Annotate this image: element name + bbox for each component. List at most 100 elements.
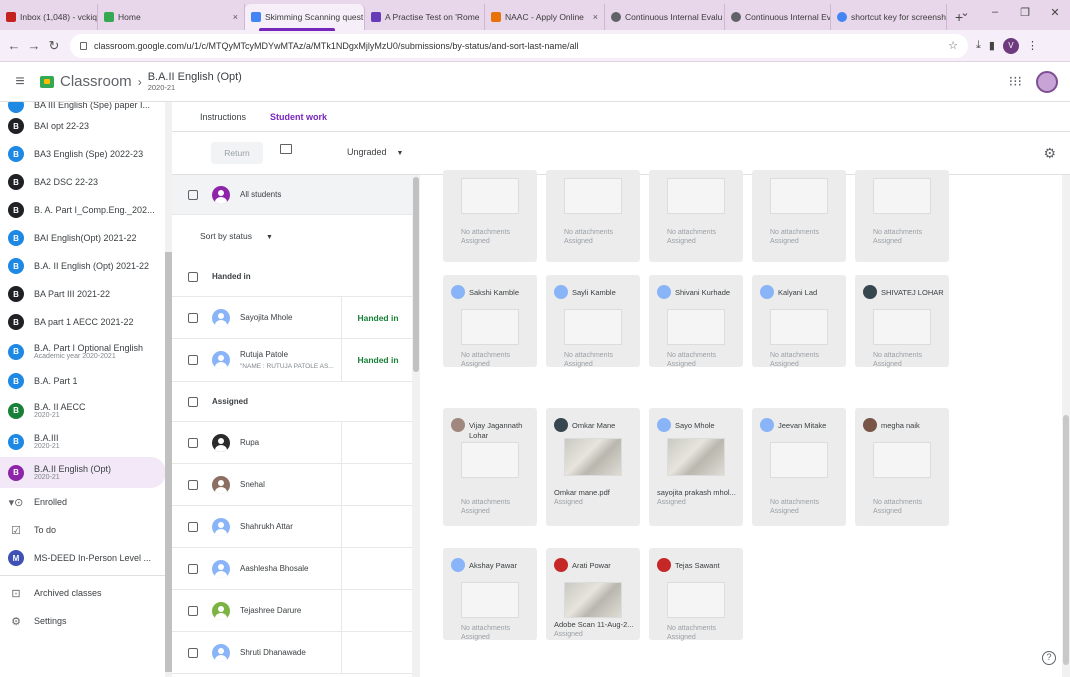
- restore-icon[interactable]: ❐: [1010, 6, 1040, 19]
- browser-tab-naac[interactable]: NAAC - Apply Online ×: [485, 4, 605, 30]
- attachment-thumbnail[interactable]: [667, 438, 725, 476]
- sidebar-item-class[interactable]: B BA part 1 AECC 2021-22: [0, 308, 172, 336]
- bookmark-star-icon[interactable]: ☆: [948, 39, 958, 52]
- student-row[interactable]: Rupa: [172, 422, 414, 464]
- submission-card[interactable]: Jeevan Mitake No attachments Assigned: [752, 408, 846, 526]
- sidebar-item-class[interactable]: B BA Part III 2021-22: [0, 280, 172, 308]
- back-icon[interactable]: ←: [4, 38, 24, 53]
- breadcrumb[interactable]: B.A.II English (Opt) 2020-21: [148, 71, 242, 92]
- student-row[interactable]: Shruti Dhanawade: [172, 632, 414, 674]
- checkbox[interactable]: [188, 647, 198, 658]
- browser-tab-practise[interactable]: A Practise Test on 'Rome×: [365, 4, 485, 30]
- url-field[interactable]: classroom.google.com/u/1/c/MTQyMTcyMDYwM…: [70, 33, 968, 58]
- checkbox[interactable]: [188, 605, 198, 616]
- submission-card[interactable]: Omkar Mane Omkar mane.pdf Assigned: [546, 408, 640, 526]
- profile-avatar[interactable]: V: [1002, 37, 1019, 54]
- attachment-thumbnail[interactable]: [564, 582, 622, 618]
- hamburger-menu-icon[interactable]: ≡: [0, 73, 40, 91]
- browser-tab-gmail[interactable]: Inbox (1,048) - vckiqac@×: [0, 4, 98, 30]
- list-scrollbar[interactable]: [412, 175, 420, 677]
- sidebar-item-class[interactable]: B B. A. Part I_Comp.Eng._202...: [0, 196, 172, 224]
- sidebar-todo[interactable]: ☑ To do: [0, 516, 172, 544]
- checkbox[interactable]: [188, 189, 198, 200]
- help-icon[interactable]: ?: [1042, 651, 1056, 665]
- browser-tab-shortcut[interactable]: shortcut key for screensh×: [831, 4, 947, 30]
- sidebar-item-class[interactable]: B BA2 DSC 22-23: [0, 168, 172, 196]
- scrollbar-thumb[interactable]: [165, 252, 172, 672]
- attachment-thumbnail[interactable]: [564, 438, 622, 476]
- tab-student-work[interactable]: Student work: [270, 112, 327, 122]
- close-window-icon[interactable]: ✕: [1040, 6, 1070, 19]
- checkbox[interactable]: [188, 479, 198, 490]
- submission-card[interactable]: No attachments Assigned: [443, 170, 537, 262]
- student-row[interactable]: Aashlesha Bhosale: [172, 548, 414, 590]
- minimize-icon[interactable]: –: [980, 6, 1010, 18]
- submission-card[interactable]: No attachments Assigned: [546, 170, 640, 262]
- close-icon[interactable]: ×: [227, 12, 238, 22]
- browser-tab-cie-2[interactable]: Continuous Internal Evalu×: [725, 4, 831, 30]
- sidebar-item-msdeed[interactable]: M MS-DEED In-Person Level ...: [0, 544, 172, 572]
- sidepanel-icon[interactable]: ▮: [989, 39, 995, 52]
- menu-kebab-icon[interactable]: ⋮: [1027, 39, 1038, 52]
- return-button[interactable]: Return: [211, 142, 263, 164]
- submission-card[interactable]: Sayo Mhole sayojita prakash mhol... Assign…: [649, 408, 743, 526]
- sidebar-scrollbar[interactable]: [165, 102, 172, 677]
- sidebar-item-class[interactable]: B B.A. II English (Opt) 2021-22: [0, 252, 172, 280]
- settings-gear-icon[interactable]: ⚙: [1043, 145, 1056, 162]
- submission-card[interactable]: No attachments Assigned: [649, 170, 743, 262]
- submission-card[interactable]: Kalyani Lad No attachments Assigned: [752, 275, 846, 368]
- submission-card[interactable]: No attachments Assigned: [855, 170, 949, 262]
- submission-card[interactable]: Akshay Pawar No attachments Assigned: [443, 548, 537, 641]
- grade-filter-dropdown[interactable]: Ungraded ▼: [347, 147, 403, 157]
- sidebar-enrolled[interactable]: ▾⊙ Enrolled: [0, 488, 172, 516]
- brand-title[interactable]: Classroom: [60, 73, 132, 90]
- user-avatar[interactable]: [1036, 70, 1058, 93]
- sidebar-item-class[interactable]: B BA3 English (Spe) 2022-23: [0, 140, 172, 168]
- checkbox[interactable]: [188, 396, 198, 407]
- submission-card[interactable]: Arati Powar Adobe Scan 11-Aug-2... Assigne…: [546, 548, 640, 640]
- submission-card[interactable]: SHIVATEJ LOHAR No attachments Assigned: [855, 275, 949, 368]
- sidebar-item-class[interactable]: B B.A. II AECC 2020-21: [0, 395, 172, 426]
- checkbox[interactable]: [188, 437, 198, 448]
- sidebar-item-class[interactable]: B B.A.II English (Opt) 2020-21: [0, 457, 166, 488]
- submission-card[interactable]: Sayli Kamble No attachments Assigned: [546, 275, 640, 368]
- reload-icon[interactable]: ↻: [44, 38, 64, 54]
- sidebar-item-class[interactable]: B BAI English(Opt) 2021-22: [0, 224, 172, 252]
- all-students-row[interactable]: All students: [172, 175, 414, 215]
- student-row[interactable]: Rutuja Patole "NAME : RUTUJA PATOLE AS...…: [172, 339, 414, 382]
- scrollbar-thumb[interactable]: [1063, 415, 1069, 665]
- checkbox[interactable]: [188, 312, 198, 323]
- forward-icon[interactable]: →: [24, 38, 44, 53]
- sidebar-settings[interactable]: ⚙ Settings: [0, 607, 172, 635]
- checkbox[interactable]: [188, 563, 198, 574]
- submission-card[interactable]: Vijay Jagannath Lohar No attachments Assig…: [443, 408, 537, 526]
- attachment-name[interactable]: Adobe Scan 11-Aug-2... Assigned: [554, 620, 636, 640]
- google-apps-icon[interactable]: ⁝⁝⁝: [1009, 73, 1022, 90]
- close-icon[interactable]: ×: [946, 12, 947, 22]
- handed-in-group[interactable]: Handed in: [172, 257, 414, 297]
- chevron-down-icon[interactable]: ⌄: [950, 6, 980, 19]
- checkbox[interactable]: [188, 355, 198, 365]
- sidebar-item-class[interactable]: B B.A.III 2020-21: [0, 426, 172, 457]
- student-row[interactable]: Snehal: [172, 464, 414, 506]
- browser-tab-home[interactable]: Home ×: [98, 4, 245, 30]
- submission-card[interactable]: Tejas Sawant No attachments Assigned: [649, 548, 743, 641]
- sort-dropdown[interactable]: Sort by status ▼: [172, 215, 414, 257]
- sidebar-item-class[interactable]: B B.A. Part I Optional English Academic ye…: [0, 336, 172, 367]
- assigned-group[interactable]: Assigned: [172, 382, 414, 422]
- student-row[interactable]: Shahrukh Attar: [172, 506, 414, 548]
- checkbox[interactable]: [188, 521, 198, 532]
- browser-tab-skimming[interactable]: Skimming Scanning quest×: [245, 4, 365, 30]
- download-icon[interactable]: ⤓: [976, 39, 981, 52]
- submission-card[interactable]: Sakshi Kamble No attachments Assigned: [443, 275, 537, 368]
- grid-scrollbar[interactable]: [1062, 175, 1070, 677]
- submission-card[interactable]: No attachments Assigned: [752, 170, 846, 262]
- submission-card[interactable]: Shivani Kurhade No attachments Assigned: [649, 275, 743, 368]
- submission-card[interactable]: megha naik No attachments Assigned: [855, 408, 949, 526]
- sidebar-item-class[interactable]: BA III English (Spe) paper I...: [0, 102, 172, 113]
- close-icon[interactable]: ×: [587, 12, 598, 22]
- student-row[interactable]: Tejashree Darure: [172, 590, 414, 632]
- email-icon[interactable]: [280, 144, 292, 154]
- tab-instructions[interactable]: Instructions: [200, 112, 246, 122]
- sidebar-archived[interactable]: ⊡ Archived classes: [0, 579, 172, 607]
